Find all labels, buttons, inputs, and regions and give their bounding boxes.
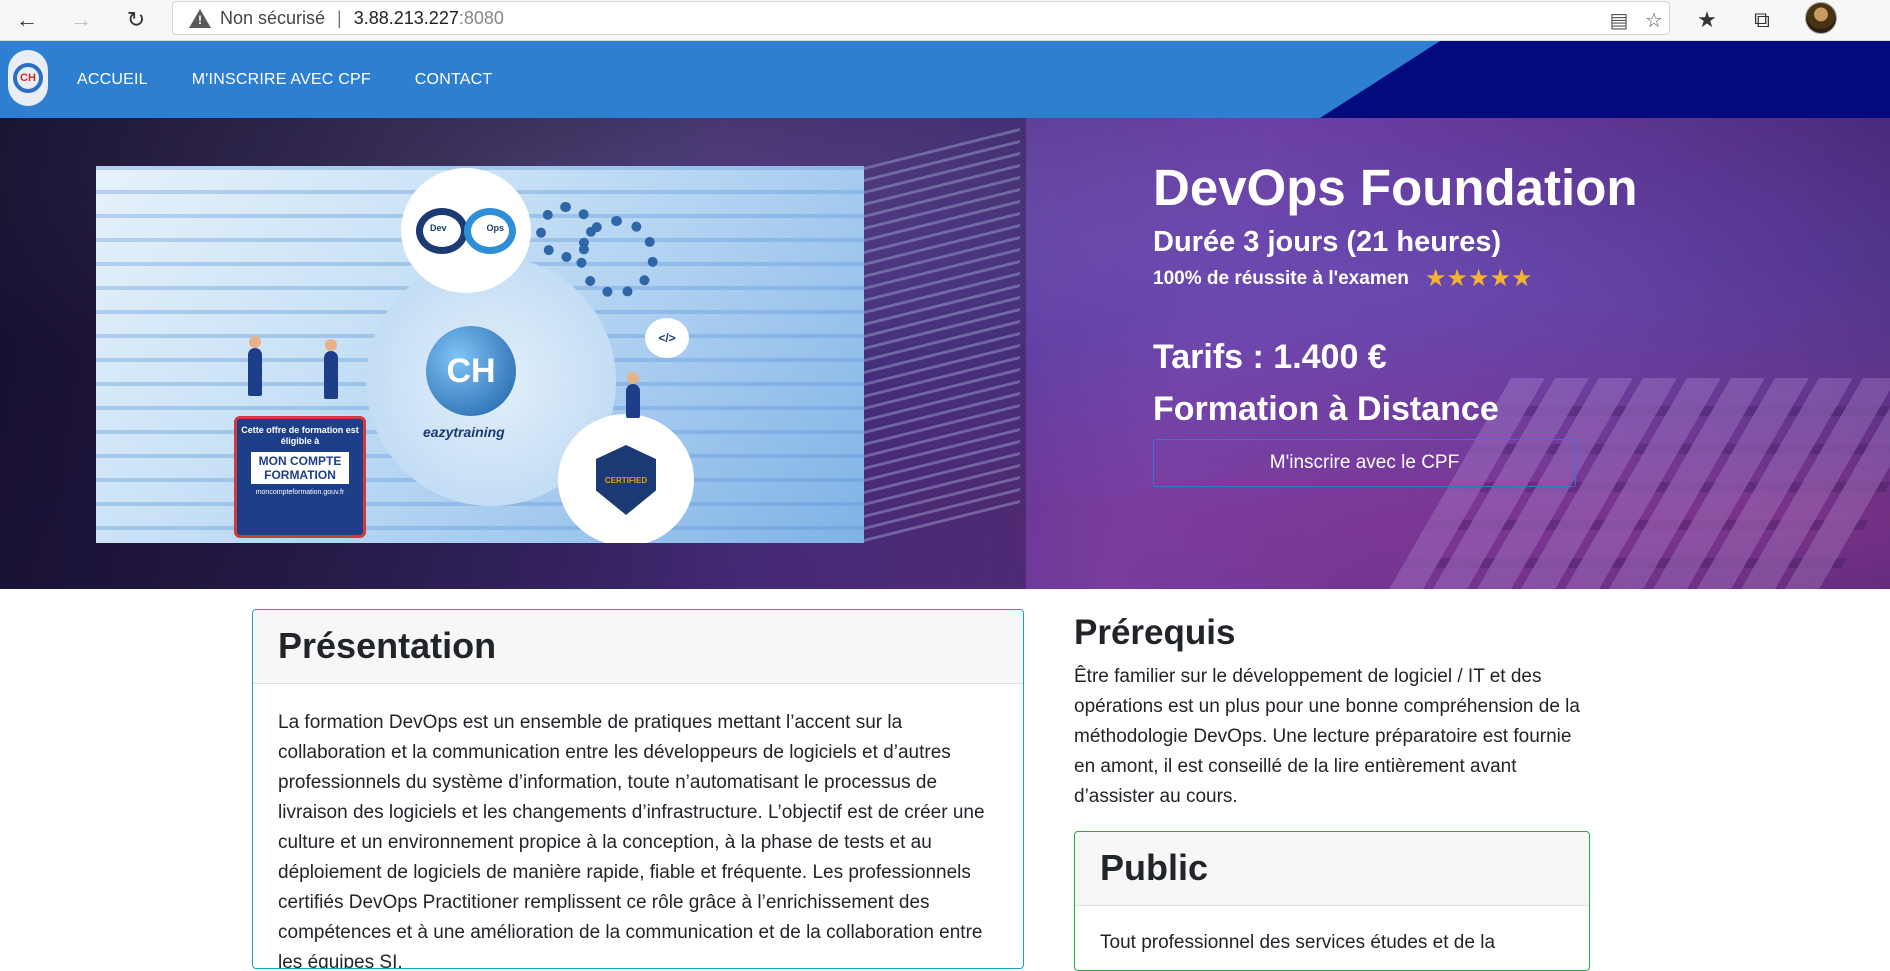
cpf-brand-text: MON COMPTE FORMATION	[251, 452, 349, 484]
devops-right-text: Ops	[486, 222, 504, 233]
site-logo[interactable]: CH	[8, 50, 48, 106]
eazytraining-brand: eazytraining	[423, 424, 505, 440]
success-rate-text: 100% de réussite à l'examen	[1153, 267, 1409, 289]
browser-toolbar: ← → ↻ Non sécurisé | 3.88.213.227:8080 ▤…	[0, 0, 1890, 41]
success-rate-line: 100% de réussite à l'examen ★★★★★	[1153, 264, 1638, 293]
url-port: :8080	[458, 7, 504, 28]
hero-code-background	[860, 128, 1020, 548]
course-summary: DevOps Foundation Durée 3 jours (21 heur…	[1153, 158, 1638, 487]
main-menu: ACCUEIL M'INSCRIRE AVEC CPF CONTACT	[77, 71, 492, 89]
hero-banner: Dev Ops CH eazytraining </> CERTIFIED Ce…	[0, 118, 1890, 589]
certified-shield-icon: CERTIFIED	[596, 445, 656, 515]
gear-large-icon	[576, 216, 658, 298]
course-banner-image: Dev Ops CH eazytraining </> CERTIFIED Ce…	[96, 166, 864, 543]
public-card: Public Tout professionnel des services é…	[1074, 831, 1590, 971]
forward-arrow-icon[interactable]: →	[64, 4, 98, 36]
cpf-eligibility-badge: Cette offre de formation est éligible à …	[234, 416, 366, 538]
person-laptop-illustration-icon	[626, 372, 640, 418]
code-bubble-icon: </>	[645, 318, 689, 358]
course-mode: Formation à Distance	[1153, 390, 1499, 428]
logo-mark-icon: CH	[13, 63, 43, 93]
address-bar[interactable]: Non sécurisé | 3.88.213.227:8080 ▤ ☆	[172, 1, 1670, 35]
devops-infinity-icon: Dev Ops	[416, 207, 516, 254]
navbar-accent	[1320, 41, 1890, 118]
reader-mode-icon[interactable]: ▤	[1605, 8, 1633, 32]
profile-avatar[interactable]	[1805, 2, 1837, 34]
course-price: Tarifs : 1.400 €	[1153, 338, 1387, 376]
public-text: Tout professionnel des services études e…	[1100, 932, 1496, 953]
add-favorite-icon[interactable]: ☆	[1640, 8, 1668, 32]
cpf-register-button[interactable]: M'inscrire avec le CPF	[1153, 439, 1576, 487]
back-arrow-icon[interactable]: ←	[10, 4, 44, 36]
public-card-header: Public	[1075, 832, 1589, 906]
favorites-icon[interactable]: ★	[1690, 4, 1724, 36]
ch-globe-logo: CH	[426, 326, 516, 416]
address-separator: |	[337, 7, 342, 28]
person-illustration-icon	[248, 336, 262, 396]
security-label: Non sécurisé	[220, 7, 326, 28]
cpf-offer-text: Cette offre de formation est éligible à	[241, 425, 359, 446]
devops-left-text: Dev	[430, 222, 447, 233]
course-title: DevOps Foundation	[1153, 159, 1638, 216]
site-navbar: CH ACCUEIL M'INSCRIRE AVEC CPF CONTACT	[0, 41, 1890, 118]
warning-icon	[189, 8, 211, 28]
certified-badge: CERTIFIED	[558, 414, 694, 543]
nav-link-accueil[interactable]: ACCUEIL	[77, 71, 148, 89]
prerequis-title: Prérequis	[1074, 613, 1236, 652]
nav-link-cpf[interactable]: M'INSCRIRE AVEC CPF	[192, 71, 371, 89]
public-title: Public	[1100, 847, 1209, 888]
prerequis-text: Être familier sur le développement de lo…	[1074, 666, 1580, 807]
devops-logo: Dev Ops	[401, 168, 531, 293]
person-illustration-icon	[324, 339, 338, 399]
presentation-text: La formation DevOps est un ensemble de p…	[278, 712, 985, 969]
cpf-url-text: moncompteformation.gouv.fr	[255, 489, 345, 496]
collections-icon[interactable]: ⧉	[1745, 4, 1779, 36]
presentation-card: Présentation La formation DevOps est un …	[252, 609, 1024, 969]
rating-stars-icon: ★★★★★	[1424, 265, 1533, 292]
presentation-card-header: Présentation	[253, 610, 1023, 684]
nav-link-contact[interactable]: CONTACT	[415, 71, 493, 89]
url-host: 3.88.213.227	[353, 7, 459, 28]
presentation-title: Présentation	[278, 625, 497, 666]
prerequis-section: Prérequis Être familier sur le développe…	[1074, 610, 1590, 812]
refresh-icon[interactable]: ↻	[119, 4, 153, 36]
course-duration: Durée 3 jours (21 heures)	[1153, 226, 1502, 258]
